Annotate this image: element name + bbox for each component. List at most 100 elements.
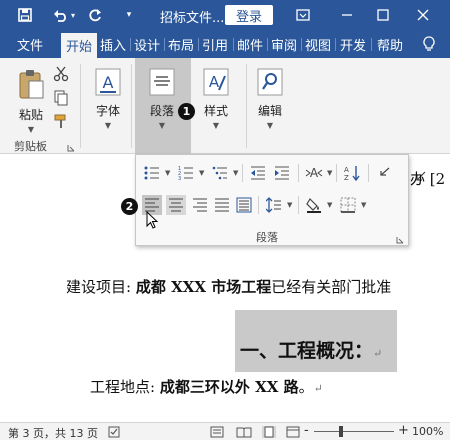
project-rest: 已经有关部门批准 [271, 278, 392, 296]
panel-separator [298, 164, 299, 182]
document-title: 招标文件.... [160, 11, 229, 26]
svg-text:A: A [344, 166, 349, 174]
paragraph-dialog-launcher-icon[interactable] [396, 233, 405, 244]
align-center-icon[interactable] [166, 195, 186, 215]
cut-icon[interactable] [53, 66, 71, 84]
login-button[interactable]: 登录 [225, 5, 273, 25]
panel-separator [336, 164, 337, 182]
paste-button[interactable]: 粘贴 ▼ [14, 68, 48, 134]
page-count-status[interactable]: 第 3 页，共 13 页 [8, 425, 98, 440]
chevron-down-icon[interactable]: ▼ [233, 169, 238, 177]
ribbon: 粘贴 ▼ 剪贴板 A 字体 ▼ 段落 ▼ 1 A 样式 ▼ 编辑 ▼ [0, 58, 450, 154]
tab-layout[interactable]: 布局 [165, 30, 197, 58]
annotation-badge-2: 2 [121, 198, 138, 215]
annotation-badge-1: 1 [178, 103, 195, 120]
quick-access-customize-icon[interactable]: ▾ [118, 4, 140, 26]
undo-dropdown-icon[interactable]: ▾ [68, 4, 78, 26]
group-separator [246, 64, 247, 148]
tab-developer[interactable]: 开发 [336, 30, 370, 58]
panel-separator [258, 196, 259, 214]
editing-label: 编辑 [257, 104, 282, 118]
mouse-cursor-icon [146, 210, 160, 231]
shading-icon[interactable] [304, 195, 324, 215]
panel-separator [368, 164, 369, 182]
editing-button[interactable]: 编辑 ▼ [252, 68, 288, 130]
maximize-icon[interactable] [372, 4, 394, 26]
borders-icon[interactable] [338, 195, 358, 215]
project-line: 建设项目: 成都 XXX 市场工程已经有关部门批准 [66, 276, 391, 297]
copy-icon[interactable] [53, 90, 71, 108]
chevron-down-icon[interactable]: ▼ [287, 201, 292, 209]
multilevel-list-icon[interactable] [210, 163, 230, 183]
save-icon[interactable] [14, 4, 36, 26]
styles-label: 样式 [203, 104, 228, 118]
proofing-icon[interactable] [108, 426, 122, 438]
tab-references[interactable]: 引用 [199, 30, 231, 58]
styles-button[interactable]: A 样式 ▼ [196, 68, 236, 130]
tab-file[interactable]: 文件 [12, 30, 48, 58]
svg-text:3: 3 [178, 176, 181, 180]
justify-icon[interactable] [212, 195, 232, 215]
paragraph-panel-title: 段落 [256, 231, 278, 244]
redo-icon[interactable] [84, 4, 106, 26]
header-text-fragment: 办 [2 [410, 170, 446, 188]
panel-separator [242, 164, 243, 182]
chevron-down-icon: ▼ [212, 121, 220, 130]
ribbon-display-options-icon[interactable] [292, 4, 314, 26]
clipboard-launcher-icon[interactable] [67, 141, 76, 152]
increase-indent-icon[interactable] [272, 163, 292, 183]
zoom-slider[interactable] [314, 431, 394, 432]
close-icon[interactable] [412, 4, 434, 26]
numbering-icon[interactable]: 123 [176, 163, 196, 183]
print-layout-icon[interactable] [262, 426, 276, 438]
tab-insert[interactable]: 插入 [97, 30, 129, 58]
format-painter-icon[interactable] [53, 113, 71, 131]
paste-icon [17, 68, 45, 103]
tell-me-lightbulb-icon[interactable] [416, 30, 442, 58]
zoom-in-button[interactable]: + [398, 423, 409, 438]
align-right-icon[interactable] [190, 195, 210, 215]
sort-icon[interactable]: AZ [342, 163, 362, 183]
tab-review[interactable]: 审阅 [268, 30, 300, 58]
location-end: 。 [298, 378, 314, 396]
zoom-level[interactable]: 100% [412, 425, 443, 438]
chinese-layout-icon[interactable]: A [304, 163, 324, 183]
chevron-down-icon[interactable]: ▼ [199, 169, 204, 177]
zoom-slider-thumb[interactable] [339, 426, 343, 437]
chevron-down-icon: ▼ [27, 125, 35, 134]
zoom-out-button[interactable]: - [304, 423, 309, 438]
paragraph-icon [149, 68, 175, 99]
chevron-down-icon[interactable]: ▼ [327, 169, 332, 177]
styles-icon: A [203, 68, 229, 99]
focus-mode-icon[interactable] [210, 426, 224, 438]
tab-home[interactable]: 开始 [61, 33, 97, 58]
distributed-icon[interactable] [234, 195, 254, 215]
bullets-icon[interactable] [142, 163, 162, 183]
clipboard-group-label: 剪贴板 [14, 140, 47, 153]
tab-design[interactable]: 设计 [131, 30, 163, 58]
chevron-down-icon[interactable]: ▼ [327, 201, 332, 209]
paragraph-button[interactable]: 段落 ▼ [142, 68, 182, 130]
show-hide-marks-icon[interactable] [376, 163, 396, 183]
svg-text:A: A [103, 73, 114, 92]
read-mode-icon[interactable] [236, 426, 252, 438]
status-bar: 第 3 页，共 13 页 - + 100% [0, 422, 450, 440]
chevron-down-icon[interactable]: ▼ [165, 169, 170, 177]
section-heading: 一、工程概况：↵ [240, 336, 382, 363]
font-label: 字体 [95, 104, 120, 118]
tab-view[interactable]: 视图 [302, 30, 334, 58]
ribbon-tabs: 文件 开始 插入 设计 布局 引用 邮件 审阅 视图 开发 帮助 [0, 30, 450, 58]
web-layout-icon[interactable] [286, 426, 300, 438]
decrease-indent-icon[interactable] [248, 163, 268, 183]
tab-mailings[interactable]: 邮件 [234, 30, 266, 58]
tab-help[interactable]: 帮助 [372, 30, 408, 58]
minimize-icon[interactable] [336, 4, 358, 26]
chevron-down-icon[interactable]: ▼ [361, 201, 366, 209]
paragraph-mark-icon: ↵ [313, 382, 323, 395]
paste-label: 粘贴 [18, 108, 43, 122]
line-spacing-icon[interactable] [264, 195, 284, 215]
chevron-down-icon: ▼ [158, 121, 166, 130]
title-bar: ▾ ▾ 招标文件.... 登录 [0, 0, 450, 30]
svg-text:Z: Z [344, 174, 349, 181]
font-button[interactable]: A 字体 ▼ [90, 68, 126, 130]
